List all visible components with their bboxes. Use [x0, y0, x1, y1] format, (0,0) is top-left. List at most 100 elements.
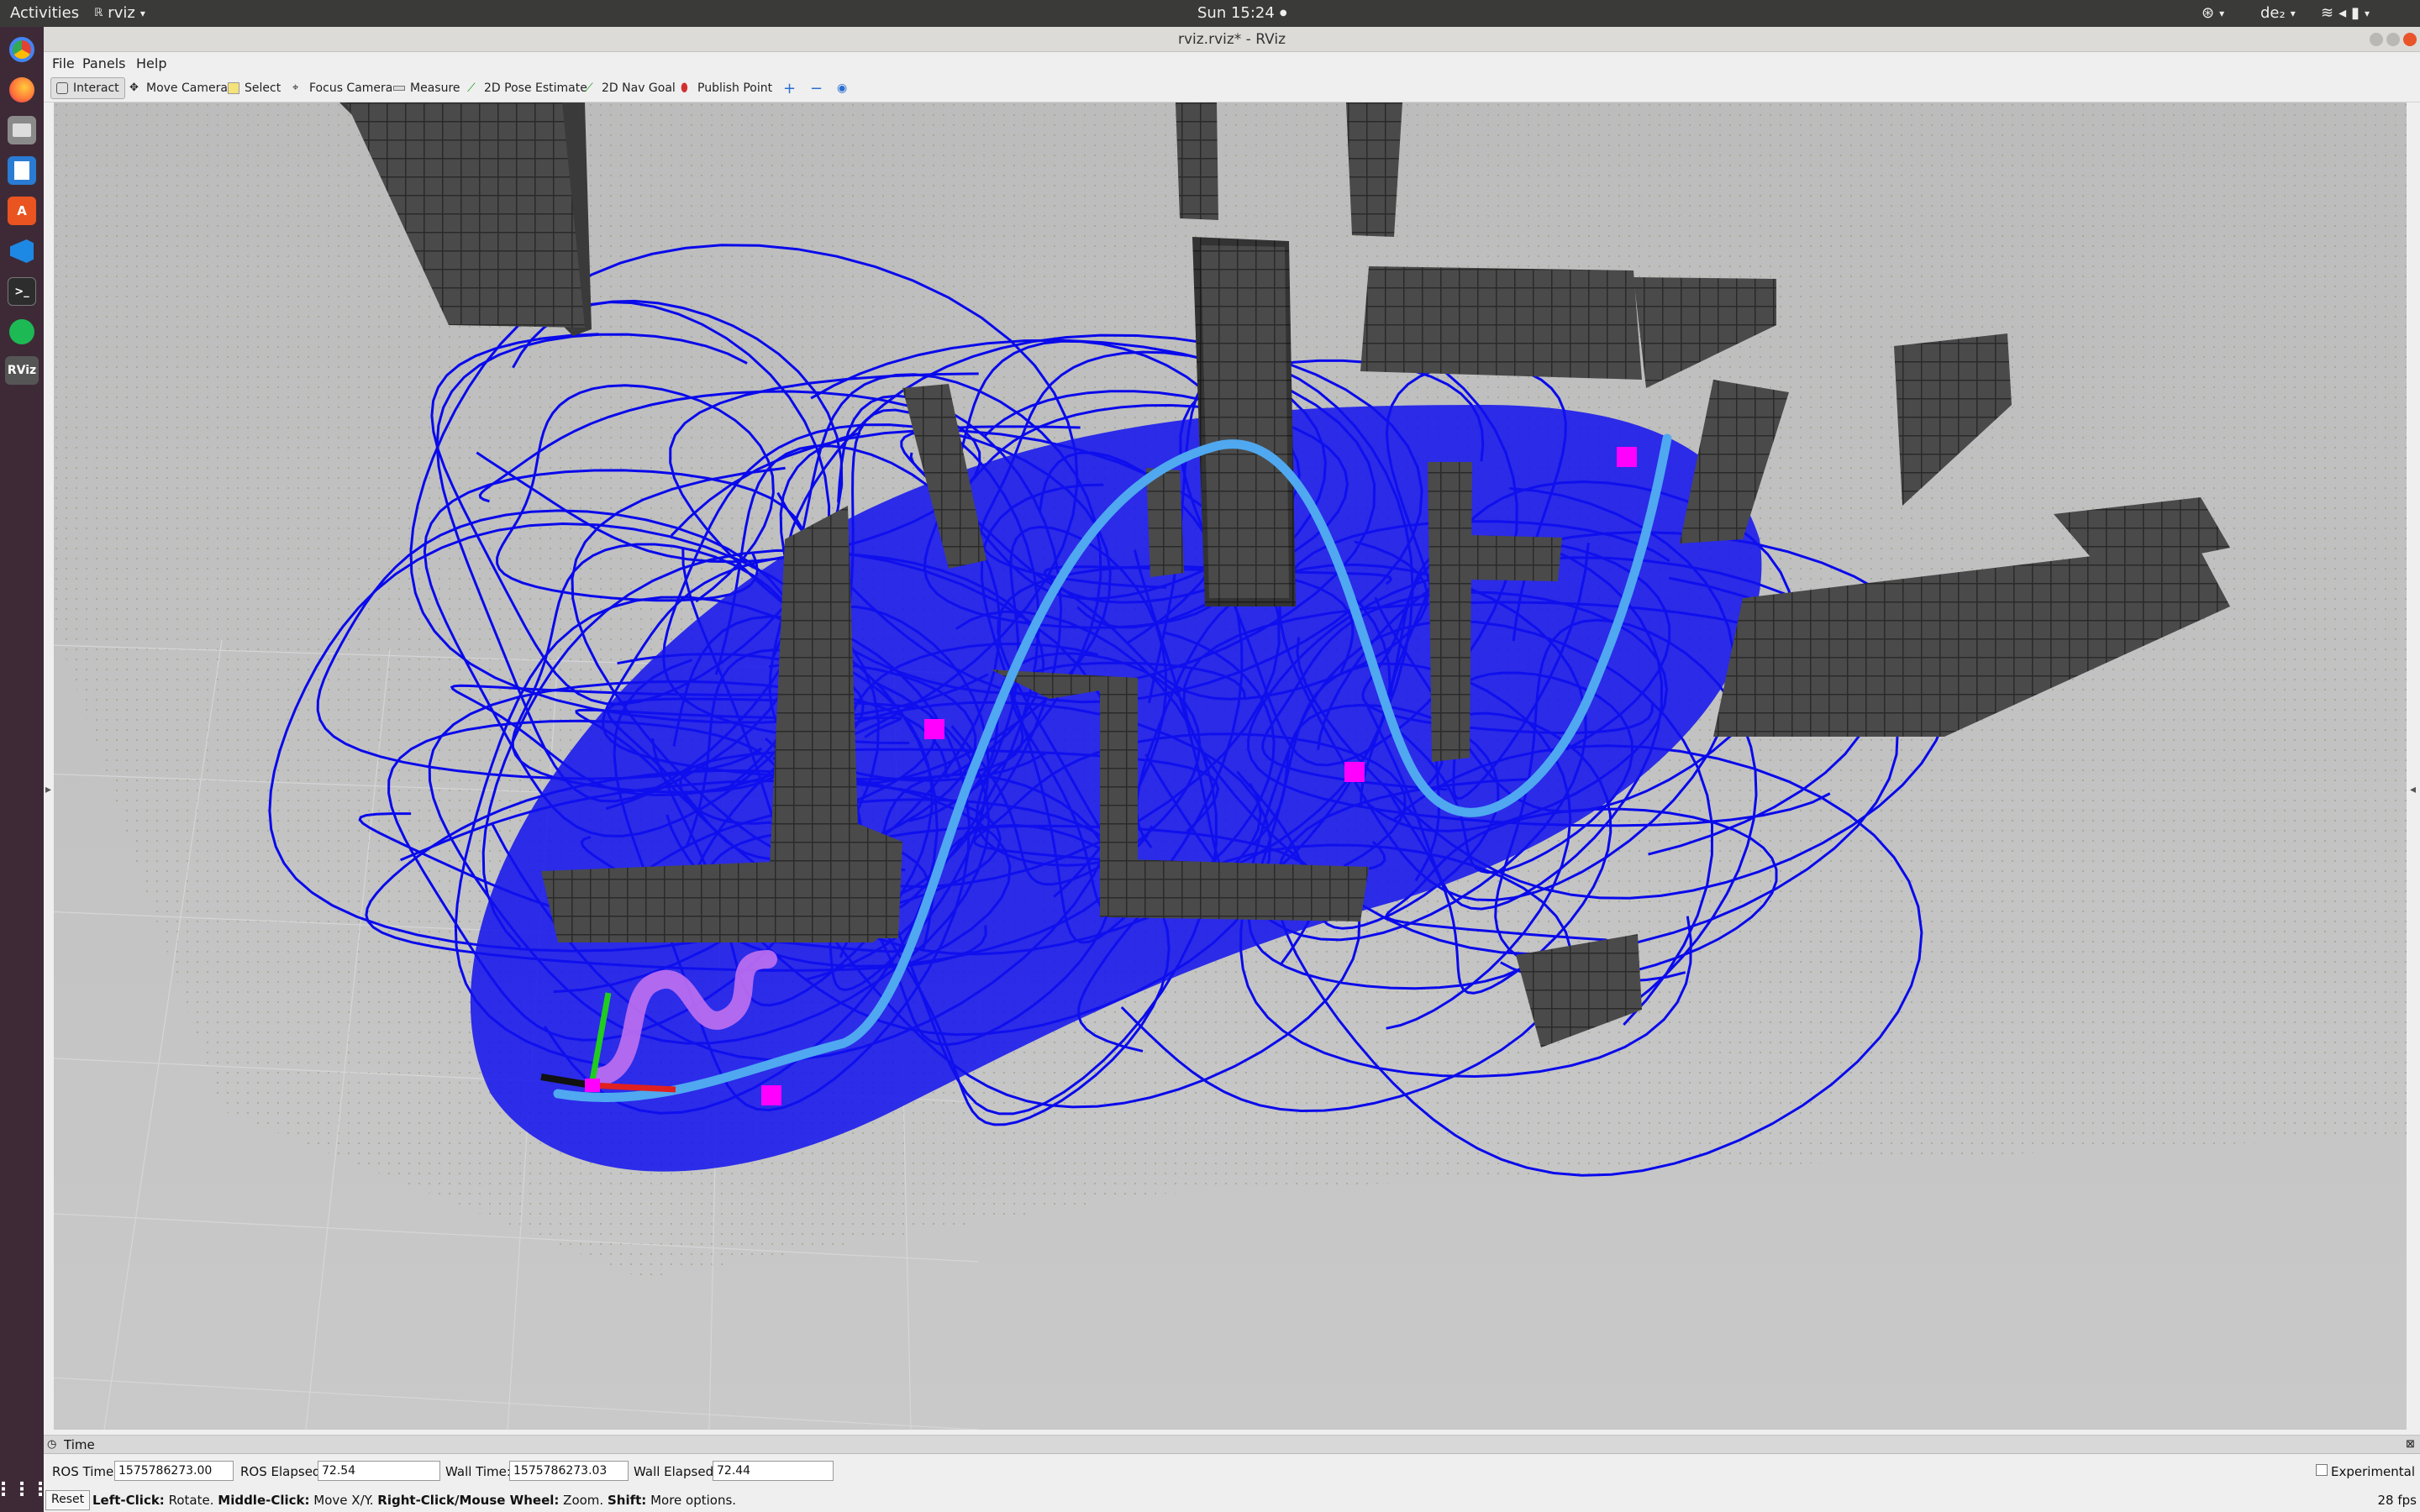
move-icon: ✥	[129, 81, 139, 94]
wifi-icon: ≋	[2321, 4, 2334, 22]
waypoint-marker	[924, 719, 944, 739]
app-menu[interactable]: ℝ rviz ▾	[94, 4, 145, 22]
render-canvas[interactable]	[54, 102, 2407, 1430]
spotify-icon	[9, 319, 34, 344]
hint-middle-click-desc: Move X/Y.	[313, 1493, 374, 1508]
nav-goal-tool-button[interactable]: ⟋ 2D Nav Goal	[580, 77, 681, 99]
hint-right-click: Right-Click/Mouse Wheel:	[377, 1493, 560, 1508]
chrome-icon	[9, 37, 34, 62]
app-menu-label: rviz	[108, 4, 135, 22]
firefox-icon	[9, 77, 34, 102]
dock-item-spotify[interactable]	[8, 318, 36, 346]
accessibility-icon: ⊛	[2202, 4, 2215, 22]
maximize-button[interactable]	[2386, 33, 2400, 46]
publish-point-tool-button[interactable]: ⬮ Publish Point	[676, 77, 777, 99]
rviz-window: rviz.rviz* - RViz File Panels Help Inter…	[44, 27, 2420, 1512]
green-arrow-icon: ⟋	[585, 81, 593, 95]
measure-tool-button[interactable]: Measure	[388, 77, 466, 99]
close-icon[interactable]: ⊠	[2406, 1436, 2415, 1454]
menu-bar: File Panels Help	[44, 52, 2420, 74]
crosshair-icon: ⌖	[292, 81, 299, 94]
waypoint-marker	[1617, 447, 1637, 467]
tool-bar: Interact ✥ Move Camera Select ⌖ Focus Ca…	[44, 74, 2420, 102]
move-camera-tool-button[interactable]: ✥ Move Camera	[124, 77, 233, 99]
dock-item-rviz[interactable]: RViz	[5, 356, 39, 385]
experimental-checkbox[interactable]	[2316, 1464, 2328, 1476]
time-panel-title: Time	[64, 1437, 95, 1452]
terminal-icon: >_	[14, 285, 29, 298]
select-icon	[228, 82, 239, 94]
waypoint-marker	[761, 1085, 781, 1105]
focus-camera-tool-button[interactable]: ⌖ Focus Camera	[287, 77, 397, 99]
activities-button[interactable]: Activities	[10, 4, 79, 22]
ros-elapsed-field[interactable]: 72.54	[318, 1461, 440, 1481]
dock-item-writer[interactable]	[8, 156, 36, 185]
minimize-button[interactable]	[2370, 33, 2383, 46]
window-title-bar[interactable]: rviz.rviz* - RViz	[44, 27, 2420, 52]
plus-icon: +	[783, 79, 797, 97]
files-icon	[13, 123, 31, 137]
pin-icon: ⬮	[681, 81, 688, 95]
ruler-icon	[393, 86, 405, 91]
menu-file[interactable]: File	[52, 55, 75, 71]
publish-point-label: Publish Point	[697, 81, 773, 95]
dock-item-terminal[interactable]: >_	[8, 277, 36, 306]
reset-button[interactable]: Reset	[45, 1490, 91, 1510]
show-applications-button[interactable]: ⋮⋮⋮	[0, 1475, 50, 1504]
hint-right-click-desc: Zoom.	[563, 1493, 604, 1508]
system-menu[interactable]: ≋ ◂ ▮ ▾	[2321, 4, 2370, 22]
dock-item-software[interactable]: A	[8, 197, 36, 225]
waypoint-marker	[1344, 762, 1365, 782]
dock-item-firefox[interactable]	[8, 76, 36, 104]
close-button[interactable]	[2403, 33, 2417, 46]
fps-counter: 28 fps	[2377, 1493, 2417, 1508]
nav-goal-label: 2D Nav Goal	[602, 81, 676, 95]
vscode-icon	[10, 239, 34, 263]
accessibility-menu[interactable]: ⊛ ▾	[2202, 4, 2224, 22]
battery-icon: ▮	[2351, 4, 2360, 22]
robot-x-axis	[591, 1082, 676, 1093]
tool-properties-button[interactable]: ◉	[832, 77, 852, 99]
wall-time-field[interactable]: 1575786273.03	[509, 1461, 629, 1481]
dock-item-chrome[interactable]	[8, 35, 36, 64]
keyboard-layout-label: de₂	[2260, 4, 2286, 22]
wall-elapsed-label: Wall Elapsed:	[634, 1464, 718, 1479]
pose-estimate-label: 2D Pose Estimate	[484, 81, 587, 95]
clock-label: Sun 15:24	[1197, 4, 1275, 22]
minus-icon: −	[810, 79, 823, 97]
time-panel-header: ◷ Time ⊠	[44, 1436, 2420, 1454]
activities-label: Activities	[10, 4, 80, 22]
time-panel: ◷ Time ⊠ ROS Time: 1575786273.00 ROS Ela…	[44, 1435, 2420, 1481]
dock-item-vscode[interactable]	[8, 237, 36, 265]
left-dock-toggle-icon[interactable]: ▸	[45, 783, 51, 796]
rviz-app-icon: ℝ	[94, 7, 103, 19]
remove-tool-button[interactable]: −	[805, 77, 828, 99]
chevron-down-icon: ▾	[2365, 7, 2370, 19]
hint-left-click-desc: Rotate.	[168, 1493, 214, 1508]
hint-middle-click: Middle-Click:	[218, 1493, 310, 1508]
select-tool-button[interactable]: Select	[223, 77, 286, 99]
menu-panels[interactable]: Panels	[82, 55, 126, 71]
writer-icon	[14, 161, 29, 180]
interact-label: Interact	[73, 81, 119, 95]
system-top-bar: Activities ℝ rviz ▾ Sun 15:24 ● ⊛ ▾ de₂ ▾ …	[0, 0, 2420, 27]
pose-estimate-tool-button[interactable]: ⟋ 2D Pose Estimate	[462, 77, 592, 99]
clock[interactable]: Sun 15:24 ●	[1197, 4, 1287, 22]
menu-help[interactable]: Help	[136, 55, 166, 71]
green-arrow-icon: ⟋	[467, 81, 476, 95]
wall-time-label: Wall Time:	[445, 1464, 511, 1479]
right-dock-toggle-icon[interactable]: ◂	[2410, 783, 2416, 796]
interact-tool-button[interactable]: Interact	[50, 77, 125, 99]
dock-item-files[interactable]	[8, 116, 36, 144]
rviz-icon: RViz	[7, 364, 37, 377]
hand-icon	[56, 82, 68, 94]
add-tool-button[interactable]: +	[778, 77, 801, 99]
wall-elapsed-field[interactable]: 72.44	[713, 1461, 834, 1481]
launcher-dock: A >_ RViz ⋮⋮⋮	[0, 27, 50, 1512]
keyboard-layout-menu[interactable]: de₂ ▾	[2260, 4, 2296, 22]
window-title: rviz.rviz* - RViz	[1177, 31, 1286, 48]
3d-render-view[interactable]	[54, 102, 2407, 1430]
ros-time-field[interactable]: 1575786273.00	[114, 1461, 234, 1481]
volume-icon: ◂	[2338, 4, 2347, 22]
move-camera-label: Move Camera	[146, 81, 228, 95]
